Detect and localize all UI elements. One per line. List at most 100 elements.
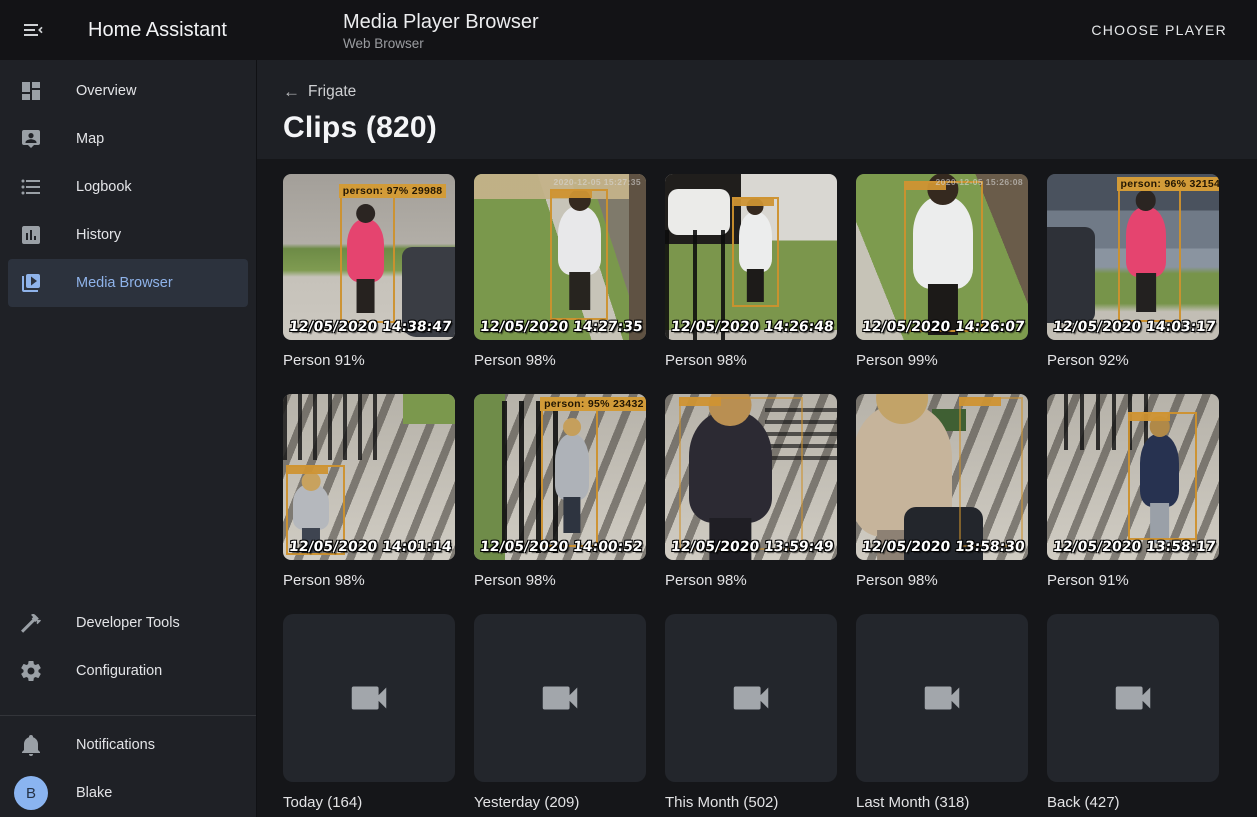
clip-caption: Person 98% [474, 352, 646, 369]
app-title: Home Assistant [88, 19, 227, 42]
sidebar: Overview Map Logbook History [0, 60, 257, 817]
clip-caption: Person 91% [283, 352, 455, 369]
folder-thumbnail [856, 614, 1028, 782]
menu-open-icon[interactable] [21, 18, 45, 42]
detection-label-mini [732, 197, 774, 206]
sidebar-item-label: Media Browser [76, 275, 173, 291]
clip-card[interactable]: 2020-12-05 15:26:08 12/05/2020 14:26:07 … [856, 174, 1028, 369]
top-app-bar: Home Assistant Media Player Browser Web … [0, 0, 1257, 60]
clip-card[interactable]: person: 97% 29988 12/05/2020 14:38:47 Pe… [283, 174, 455, 369]
clip-thumbnail: 12/05/2020 13:58:17 [1047, 394, 1219, 560]
detection-label-mini [550, 189, 592, 198]
clip-caption: Person 99% [856, 352, 1028, 369]
folder-label: Back (427) [1047, 794, 1219, 811]
camera-osd-text: 2020-12-05 15:27:35 [554, 177, 641, 187]
folder-card-yesterday[interactable]: Yesterday (209) [474, 614, 646, 811]
detection-label-mini [959, 397, 1001, 406]
clip-timestamp-overlay: 12/05/2020 14:26:48 [670, 319, 834, 335]
detection-label-mini [286, 465, 328, 474]
folder-thumbnail [1047, 614, 1219, 782]
video-camera-icon [919, 675, 965, 721]
sidebar-item-developer-tools[interactable]: Developer Tools [8, 599, 248, 647]
folder-thumbnail [474, 614, 646, 782]
railing-shape [283, 394, 379, 460]
clip-timestamp-overlay: 12/05/2020 13:59:49 [670, 539, 834, 555]
detection-bounding-box: person: 95% 23432 [541, 406, 598, 547]
folder-label: Yesterday (209) [474, 794, 646, 811]
camera-osd-text: 2020-12-05 15:26:08 [936, 177, 1023, 187]
clip-thumbnail: 12/05/2020 14:26:48 [665, 174, 837, 340]
sidebar-item-configuration[interactable]: Configuration [8, 647, 248, 695]
video-camera-icon [1110, 675, 1156, 721]
sidebar-item-overview[interactable]: Overview [8, 67, 248, 115]
detection-label: person: 96% 32154 [1117, 177, 1219, 191]
clip-caption: Person 98% [665, 572, 837, 589]
folder-card-back[interactable]: Back (427) [1047, 614, 1219, 811]
app-window: Home Assistant Media Player Browser Web … [0, 0, 1257, 817]
choose-player-button[interactable]: CHOOSE PLAYER [1083, 14, 1235, 46]
folder-card-today[interactable]: Today (164) [283, 614, 455, 811]
detection-bounding-box: person: 96% 32154 [1118, 189, 1182, 322]
clip-caption: Person 91% [1047, 572, 1219, 589]
detection-label: person: 95% 23432 [540, 397, 646, 411]
topbar-main: Media Player Browser Web Browser CHOOSE … [257, 10, 1257, 51]
media-player-browser-heading: Media Player Browser Web Browser [343, 10, 539, 51]
car-shape [668, 189, 730, 235]
clip-caption: Person 92% [1047, 352, 1219, 369]
clip-card[interactable]: 12/05/2020 14:26:48 Person 98% [665, 174, 837, 369]
clip-thumbnail: 12/05/2020 13:59:49 [665, 394, 837, 560]
sidebar-divider [0, 715, 256, 716]
lawn-patch-shape [403, 394, 455, 424]
clip-thumbnail: 2020-12-05 15:26:08 12/05/2020 14:26:07 [856, 174, 1028, 340]
sidebar-spacer [0, 307, 256, 599]
chart-box-icon [19, 223, 43, 247]
sidebar-item-notifications[interactable]: Notifications [8, 721, 248, 769]
sidebar-user-profile[interactable]: B Blake [8, 769, 248, 817]
clip-card[interactable]: person: 95% 23432 12/05/2020 14:00:52 Pe… [474, 394, 646, 589]
arrow-left-icon: ← [283, 82, 300, 102]
clip-timestamp-overlay: 12/05/2020 14:26:07 [861, 319, 1025, 335]
detection-bounding-box [550, 189, 608, 320]
view-dashboard-icon [19, 79, 43, 103]
clip-caption: Person 98% [474, 572, 646, 589]
detection-bounding-box [959, 397, 1023, 546]
detection-label-mini [1128, 412, 1170, 421]
play-box-multiple-icon [19, 271, 43, 295]
sidebar-item-label: Configuration [76, 663, 162, 679]
folder-thumbnail [283, 614, 455, 782]
sidebar-item-history[interactable]: History [8, 211, 248, 259]
clip-timestamp-overlay: 12/05/2020 14:03:17 [1052, 319, 1216, 335]
sidebar-item-logbook[interactable]: Logbook [8, 163, 248, 211]
sidebar-item-media-browser[interactable]: Media Browser [8, 259, 248, 307]
folder-card-this-month[interactable]: This Month (502) [665, 614, 837, 811]
folder-label: Today (164) [283, 794, 455, 811]
topbar-left: Home Assistant [0, 18, 257, 42]
clip-card[interactable]: 2020-12-05 15:27:35 12/05/2020 14:27:35 … [474, 174, 646, 369]
sidebar-item-label: History [76, 227, 121, 243]
bell-icon [19, 733, 43, 757]
clip-card[interactable]: 12/05/2020 13:58:30 Person 98% [856, 394, 1028, 589]
sidebar-item-label: Notifications [76, 737, 155, 753]
clip-card[interactable]: person: 96% 32154 12/05/2020 14:03:17 Pe… [1047, 174, 1219, 369]
sidebar-item-map[interactable]: Map [8, 115, 248, 163]
clip-card[interactable]: 12/05/2020 13:58:17 Person 91% [1047, 394, 1219, 589]
avatar: B [14, 776, 48, 810]
clips-grid: person: 97% 29988 12/05/2020 14:38:47 Pe… [283, 174, 1257, 811]
porch-post-shape [629, 174, 646, 340]
detection-label-mini [679, 397, 721, 406]
folder-card-last-month[interactable]: Last Month (318) [856, 614, 1028, 811]
stroller-shape [1047, 227, 1095, 323]
format-list-bulleted-icon [19, 175, 43, 199]
sidebar-item-label: Logbook [76, 179, 132, 195]
clip-thumbnail: person: 97% 29988 12/05/2020 14:38:47 [283, 174, 455, 340]
clip-card[interactable]: 12/05/2020 13:59:49 Person 98% [665, 394, 837, 589]
media-title: Media Player Browser [343, 10, 539, 34]
detection-bounding-box [904, 181, 983, 332]
bush-shape [474, 394, 505, 560]
clip-card[interactable]: 12/05/2020 14:01:14 Person 98% [283, 394, 455, 589]
clip-thumbnail: person: 95% 23432 12/05/2020 14:00:52 [474, 394, 646, 560]
clip-caption: Person 98% [283, 572, 455, 589]
breadcrumb-back-frigate[interactable]: ← Frigate [283, 82, 356, 102]
user-name: Blake [76, 785, 112, 801]
detection-bounding-box: person: 97% 29988 [340, 196, 395, 324]
